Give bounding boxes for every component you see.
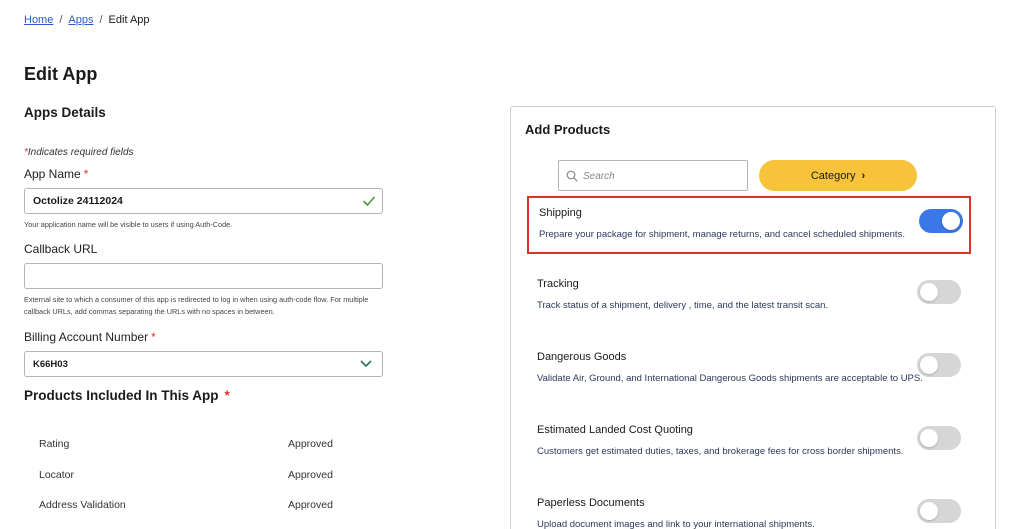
chevron-right-icon: ›: [861, 169, 866, 182]
product-status: Approved: [288, 469, 333, 481]
paperless-documents-toggle[interactable]: [917, 499, 961, 523]
product-status: Approved: [288, 438, 333, 450]
products-included-title-text: Products Included In This App: [24, 388, 219, 403]
add-products-title: Add Products: [525, 122, 611, 137]
required-star: *: [83, 167, 89, 181]
product-item-name: Paperless Documents: [537, 497, 645, 509]
product-item-dangerous-goods: Dangerous Goods Validate Air, Ground, an…: [527, 342, 971, 400]
product-item-name: Tracking: [537, 278, 579, 290]
product-item-name: Estimated Landed Cost Quoting: [537, 424, 693, 436]
category-button[interactable]: Category ›: [759, 160, 917, 191]
page-title: Edit App: [24, 64, 98, 84]
product-item-description: Track status of a shipment, delivery , t…: [537, 300, 829, 311]
breadcrumb-separator: /: [99, 14, 103, 26]
product-item-description: Prepare your package for shipment, manag…: [539, 229, 905, 240]
billing-account-value: K66H03: [33, 359, 68, 370]
product-item-description: Upload document images and link to your …: [537, 519, 815, 529]
landed-cost-toggle[interactable]: [917, 426, 961, 450]
breadcrumb-current: Edit App: [108, 14, 150, 26]
product-item-tracking: Tracking Track status of a shipment, del…: [527, 269, 971, 327]
billing-account-label: Billing Account Number *: [24, 330, 156, 344]
app-name-helper: Your application name will be visible to…: [24, 220, 233, 229]
toggle-knob: [942, 212, 960, 230]
search-input[interactable]: [583, 167, 743, 185]
breadcrumb: Home / Apps / Edit App: [24, 14, 150, 26]
toggle-knob: [920, 429, 938, 447]
product-status: Approved: [288, 499, 333, 511]
search-icon: [566, 170, 578, 182]
app-name-label-text: App Name: [24, 167, 81, 181]
breadcrumb-separator: /: [59, 14, 63, 26]
toggle-knob: [920, 283, 938, 301]
callback-url-input[interactable]: [24, 263, 383, 289]
product-item-landed-cost: Estimated Landed Cost Quoting Customers …: [527, 415, 971, 473]
product-item-shipping: Shipping Prepare your package for shipme…: [527, 196, 971, 254]
table-row: Locator Approved: [39, 469, 339, 481]
product-item-description: Customers get estimated duties, taxes, a…: [537, 446, 904, 457]
product-item-name: Shipping: [539, 207, 582, 219]
callback-url-label: Callback URL: [24, 242, 98, 256]
billing-account-label-text: Billing Account Number: [24, 330, 149, 344]
chevron-down-icon: [360, 360, 372, 367]
required-note-text: Indicates required fields: [27, 147, 134, 158]
tracking-toggle[interactable]: [917, 280, 961, 304]
callback-url-helper: External site to which a consumer of thi…: [24, 295, 369, 316]
product-item-paperless-documents: Paperless Documents Upload document imag…: [527, 488, 971, 529]
breadcrumb-home-link[interactable]: Home: [24, 14, 53, 26]
required-fields-note: *Indicates required fields: [24, 147, 134, 158]
required-star: *: [224, 388, 230, 403]
toggle-knob: [920, 502, 938, 520]
breadcrumb-apps-link[interactable]: Apps: [68, 14, 93, 26]
product-name: Rating: [39, 438, 70, 450]
product-name: Address Validation: [39, 499, 126, 511]
product-search: [558, 160, 748, 191]
shipping-toggle[interactable]: [919, 209, 963, 233]
check-icon: [363, 196, 375, 206]
table-row: Rating Approved: [39, 438, 339, 450]
products-included-title: Products Included In This App *: [24, 388, 230, 403]
app-name-value: Octolize 24112024: [33, 195, 123, 207]
dangerous-goods-toggle[interactable]: [917, 353, 961, 377]
add-products-card: Add Products Category › Shipping Prepare…: [510, 106, 996, 529]
toggle-knob: [920, 356, 938, 374]
table-row: Address Validation Approved: [39, 499, 339, 511]
billing-account-select[interactable]: K66H03: [24, 351, 383, 377]
required-star: *: [151, 330, 156, 344]
product-name: Locator: [39, 469, 75, 481]
app-name-input[interactable]: Octolize 24112024: [24, 188, 383, 214]
app-name-label: App Name *: [24, 167, 88, 181]
category-button-label: Category: [810, 169, 856, 182]
product-item-description: Validate Air, Ground, and International …: [537, 373, 923, 384]
product-item-name: Dangerous Goods: [537, 351, 627, 363]
apps-details-title: Apps Details: [24, 105, 106, 120]
